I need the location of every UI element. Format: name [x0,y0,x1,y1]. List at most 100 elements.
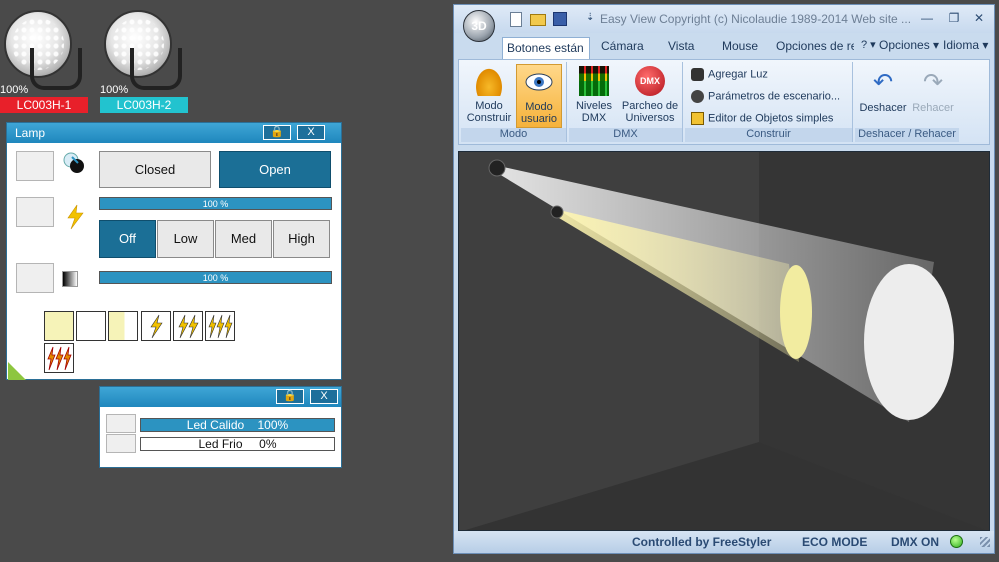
status-bar: Controlled by FreeStyler ECO MODE DMX ON [454,531,994,553]
status-dmx: DMX ON [891,535,939,549]
preset-full-yellow[interactable] [44,311,74,341]
new-file-icon[interactable] [510,12,522,27]
group-undo: ↶ Deshacer ↷ Rehacer Deshacer / Rehacer [855,62,959,142]
dimmer-bar-label: 100 % [202,273,229,283]
app-logo-3d[interactable]: 3D [463,10,495,42]
fixture-1[interactable]: 100% LC003H-1 [0,8,88,116]
fixture-2-model[interactable] [550,205,564,219]
dimmer-select-box[interactable] [16,263,54,293]
dmx-levels-button[interactable]: Niveles DMX [571,66,617,124]
level-med-button[interactable]: Med [215,220,272,258]
preset-strobe-1-icon[interactable] [141,311,171,341]
preset-white[interactable] [76,311,106,341]
close-button[interactable]: X [297,125,325,140]
window-title: Easy View Copyright (c) Nicolaudie 1989-… [600,12,912,26]
dimmer-bar[interactable]: 100 % [99,271,332,284]
customize-arrow-icon[interactable]: ⇣ [586,12,594,23]
intensity-select-box[interactable] [16,197,54,227]
hard-hat-icon [474,66,504,96]
minimize-icon[interactable]: — [920,11,934,25]
intensity-bar[interactable]: 100 % [99,197,332,210]
save-icon[interactable] [553,12,567,26]
spotlight-icon [691,68,704,81]
open-folder-icon[interactable] [530,14,546,26]
options-menu[interactable]: Opciones ▾ [879,38,939,52]
undo-button[interactable]: ↶ Deshacer [857,68,909,114]
warm-light-spot [780,265,812,359]
undo-label: Deshacer [859,102,907,114]
restore-icon[interactable]: ❐ [947,11,961,25]
3d-viewport[interactable] [458,151,990,531]
preset-strobe-2-icon[interactable] [173,311,203,341]
undo-arrow-icon: ↶ [872,69,894,96]
editor-icon [691,112,704,125]
redo-button[interactable]: ↷ Rehacer [909,68,957,114]
level-high-button[interactable]: High [273,220,330,258]
resize-grip-icon[interactable] [980,537,990,547]
dmx-globe-icon: DMX [635,66,665,96]
user-mode-button[interactable]: Modo usuario [516,64,562,128]
group-construir: Agregar Luz Parámetros de escenario... E… [685,62,853,142]
fixture-1-model[interactable] [488,159,506,177]
shutter-open-button[interactable]: Open [219,151,331,188]
universe-patch-button[interactable]: DMX Parcheo de Universos [619,66,681,124]
ribbon-tabs: Botones están Cámara Vista Mouse Opcione… [454,33,994,59]
fixture-label: LC003H-1 [0,97,88,113]
led-warm-label: Led Calido 100% [186,418,289,432]
lamp-panel-titlebar: Lamp 🔒 X [7,123,341,143]
dmx-levels-label: Niveles DMX [575,100,613,124]
white-light-spot [864,264,954,420]
language-menu[interactable]: Idioma ▾ [943,38,988,52]
led-cold-select-box[interactable] [106,434,136,453]
status-controlled: Controlled by FreeStyler [632,535,772,549]
lock-icon[interactable]: 🔒 [276,389,304,404]
preset-strobe-4-icon[interactable] [44,343,74,373]
tab-vista[interactable]: Vista [668,39,694,53]
quick-access-bar: 3D ⇣ Easy View Copyright (c) Nicolaudie … [454,5,994,42]
tab-botones[interactable]: Botones están [502,37,590,59]
led-cold-label: Led Frio 0% [198,437,277,451]
preset-strobe-3-icon[interactable] [205,311,235,341]
led-warm-select-box[interactable] [106,414,136,433]
level-low-button[interactable]: Low [157,220,214,258]
lock-icon[interactable]: 🔒 [263,125,291,140]
lightning-icon [64,204,86,230]
level-bars-icon [579,66,609,96]
yoke-shape [130,48,182,90]
shutter-icon [62,151,86,175]
add-light-button[interactable]: Agregar Luz [691,68,768,81]
stage-scene [459,152,989,530]
fixture-label: LC003H-2 [100,97,188,113]
panel-title: Lamp [15,126,46,140]
led-warm-bar[interactable]: Led Calido 100% [140,418,335,432]
led-panel-titlebar: 🔒 X [100,387,341,407]
group-label: Modo [461,128,566,142]
object-editor-button[interactable]: Editor de Objetos simples [691,112,833,125]
universe-patch-label: Parcheo de Universos [621,100,679,124]
redo-label: Rehacer [912,102,954,114]
close-window-icon[interactable]: ✕ [972,11,986,25]
tab-mouse[interactable]: Mouse [722,39,758,53]
shutter-closed-button[interactable]: Closed [99,151,211,188]
group-label: Deshacer / Rehacer [855,128,959,142]
tab-opciones-render[interactable]: Opciones de re [776,39,854,53]
group-dmx: Niveles DMX DMX Parcheo de Universos DMX [569,62,683,142]
status-eco: ECO MODE [802,535,868,549]
group-modo: Modo Construir Modo usuario Modo [461,62,567,142]
fixture-2[interactable]: 100% LC003H-2 [100,8,188,116]
help-menu[interactable]: ? ▾ [861,38,876,51]
scene-params-button[interactable]: Parámetros de escenario... [691,90,840,103]
shutter-select-box[interactable] [16,151,54,181]
group-label: Construir [685,128,852,142]
led-cold-bar[interactable]: Led Frio 0% [140,437,335,451]
yoke-shape [30,48,82,90]
user-mode-label: Modo usuario [520,101,558,125]
close-button[interactable]: X [310,389,338,404]
scene-icon [691,90,704,103]
level-off-button[interactable]: Off [99,220,156,258]
build-mode-button[interactable]: Modo Construir [464,66,514,124]
preset-half-yellow[interactable] [108,311,138,341]
add-corner-icon[interactable] [8,362,26,380]
fixture-percent: 100% [0,84,29,96]
tab-camara[interactable]: Cámara [601,39,644,53]
